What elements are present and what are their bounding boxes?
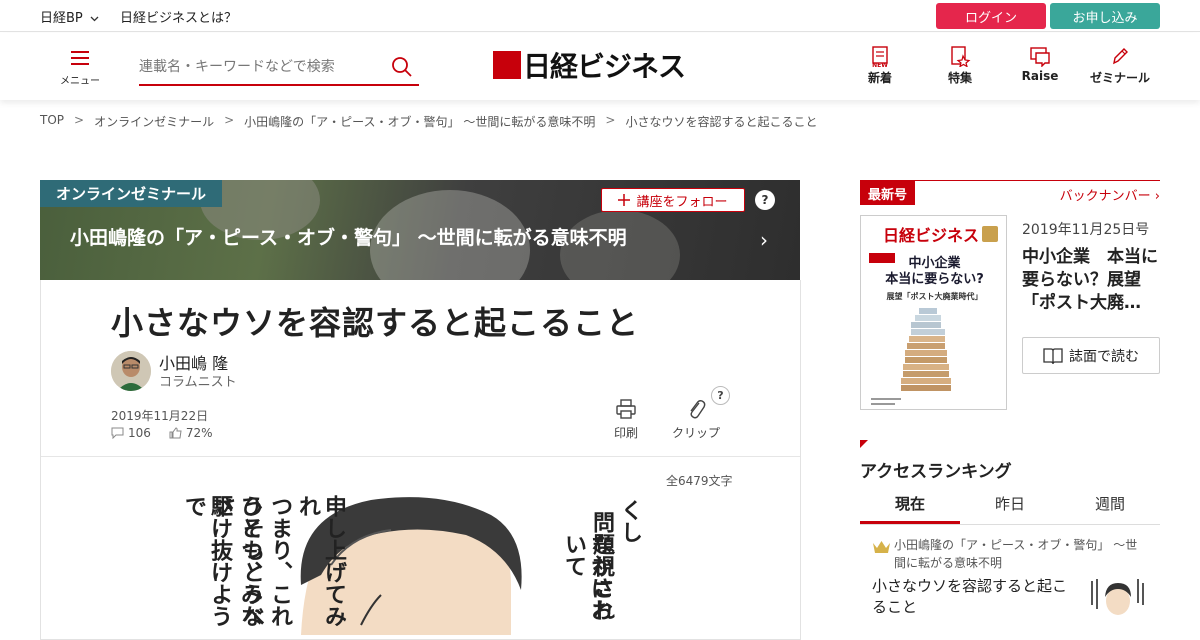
pen-icon <box>1113 48 1128 65</box>
thumbs-up-icon <box>169 427 182 439</box>
nav-feature-label: 特集 <box>947 71 972 85</box>
ranking-title: アクセスランキング <box>860 462 1012 482</box>
chevron-right-icon[interactable]: › <box>760 228 768 252</box>
feature-icon <box>951 46 971 67</box>
print-label: 印刷 <box>613 426 638 440</box>
menu-button[interactable]: メニュー <box>58 49 102 87</box>
author-role: コラムニスト <box>159 375 237 390</box>
nav-seminar-label: ゼミナール <box>1089 71 1150 85</box>
latest-issue-tag: 最新号 <box>860 181 916 205</box>
nikkei-bp-label: 日経BP <box>40 11 83 26</box>
nav-feature[interactable]: 特集 <box>925 45 995 89</box>
issue-title[interactable]: 中小企業 本当に要らない？展望「ポスト大廃… <box>1022 246 1160 315</box>
series-banner[interactable]: オンラインゼミナール 小田嶋隆の「ア・ピース・オブ・警句」 ～世間に転がる意味不… <box>40 180 800 280</box>
follow-button[interactable]: 講座をフォロー <box>601 188 745 212</box>
breadcrumb-current: 小さなウソを容認すると起こること <box>625 115 818 129</box>
latest-issue-header: 最新号 バックナンバー › <box>860 180 1160 205</box>
speech-column: うそもとうべ <box>239 495 265 627</box>
cover-headline: 中小企業 本当に要らない? <box>885 256 984 287</box>
nav-new-label: 新着 <box>867 71 892 85</box>
back-numbers-link[interactable]: バックナンバー › <box>1060 185 1160 204</box>
article-title: 小さなウソを容認すると起こること <box>111 304 640 342</box>
like-rate[interactable]: 72% <box>186 426 213 440</box>
breadcrumb-separator: > <box>605 113 616 127</box>
magazine-cover[interactable]: 日経ビジネス 中小企業 本当に要らない? 展望「ポスト大廃業時代」 <box>860 215 1007 410</box>
nav-seminar[interactable]: ゼミナール <box>1085 45 1155 89</box>
breadcrumb-top[interactable]: TOP <box>40 113 64 130</box>
article-illustration: 駆け抜けようで ひとつ、みなさ うそもとうべ つまり、これ 申し上げてみれ なか… <box>181 495 641 635</box>
nav-raise-label: Raise <box>1021 69 1059 83</box>
tab-yesterday[interactable]: 昨日 <box>960 488 1060 524</box>
speech-column: 申し上げてみれ <box>295 495 347 627</box>
menu-icon-bar <box>71 57 89 59</box>
utility-bar: 日経BP 日経ビジネスとは？ ログイン お申し込み <box>0 0 1200 32</box>
site-header: メニュー 日経ビジネス NEW 新着 特集 Raise ゼミナール <box>0 33 1200 100</box>
article-card: 小さなウソを容認すると起こること 小田嶋 隆 コラムニスト 2019年11月22… <box>40 280 801 640</box>
comment-icon <box>111 427 124 439</box>
author-photo <box>111 351 151 391</box>
cover-logo: 日経ビジネス <box>883 226 980 245</box>
book-icon <box>1043 347 1063 364</box>
about-link[interactable]: 日経ビジネスとは？ <box>120 7 237 26</box>
plus-icon <box>618 194 631 206</box>
print-icon <box>616 399 636 419</box>
ranking-item-thumbnail[interactable] <box>1088 575 1148 617</box>
menu-icon-bar <box>71 63 89 65</box>
tab-weekly[interactable]: 週間 <box>1060 488 1160 524</box>
login-button[interactable]: ログイン <box>936 3 1046 29</box>
publish-date: 2019年11月22日 <box>111 409 209 423</box>
ranking-item-headline[interactable]: 小さなウソを容認すると起こること <box>872 576 1072 618</box>
ranking-marker <box>860 440 868 448</box>
nav-new[interactable]: NEW 新着 <box>845 45 915 89</box>
breadcrumb-separator: > <box>74 113 85 127</box>
clip-button[interactable]: クリップ <box>671 398 721 441</box>
clip-label: クリップ <box>671 426 720 440</box>
tab-current[interactable]: 現在 <box>860 488 960 524</box>
author-avatar[interactable] <box>111 351 151 391</box>
breadcrumb-separator: > <box>224 113 235 127</box>
ranking-tabs: 現在 昨日 週間 <box>860 488 1160 525</box>
caricature-thumbnail <box>1088 575 1148 617</box>
search-input[interactable] <box>139 53 379 81</box>
breadcrumb-seminar[interactable]: オンラインゼミナール <box>94 113 214 130</box>
follow-label: 講座をフォロー <box>636 194 728 210</box>
anniversary-badge <box>982 226 998 242</box>
category-tag[interactable]: オンラインゼミナール <box>40 180 223 207</box>
chat-icon <box>1030 47 1050 67</box>
speech-column: つまり、これ <box>267 495 293 627</box>
series-title[interactable]: 小田嶋隆の「ア・ピース・オブ・警句」 ～世間に転がる意味不明 <box>70 223 627 250</box>
clip-help-icon[interactable]: ? <box>711 386 730 405</box>
site-logo[interactable]: 日経ビジネス <box>493 48 686 83</box>
jenga-tower-image <box>871 308 951 405</box>
paperclip-icon <box>690 400 706 419</box>
ranking-item[interactable]: 小田嶋隆の「ア・ピース・オブ・警句」 ～世間に転がる意味不明 小さなウソを容認す… <box>860 535 1160 625</box>
article-stats: 106 72% <box>111 426 213 440</box>
comment-count[interactable]: 106 <box>128 426 151 440</box>
menu-icon <box>71 51 89 53</box>
speech-column: いわば、わたくし <box>617 499 641 543</box>
nikkei-bp-menu[interactable]: 日経BP <box>40 7 99 26</box>
chevron-down-icon <box>90 16 99 21</box>
read-issue-button[interactable]: 誌面で読む <box>1022 337 1160 374</box>
follow-help-icon[interactable]: ? <box>755 190 775 210</box>
speech-column: 問題視され <box>589 511 615 621</box>
menu-label: メニュー <box>60 76 100 87</box>
signup-button[interactable]: お申し込み <box>1050 3 1160 29</box>
nav-raise[interactable]: Raise <box>1005 45 1075 89</box>
divider <box>41 456 800 457</box>
search-box <box>139 53 419 86</box>
svg-text:NEW: NEW <box>872 62 888 67</box>
ranking-item-series: 小田嶋隆の「ア・ピース・オブ・警句」 ～世間に転がる意味不明 <box>894 538 1138 570</box>
issue-date: 2019年11月25日号 <box>1022 222 1150 238</box>
character-count: 全6479文字 <box>666 474 733 488</box>
new-icon: NEW <box>872 46 888 67</box>
logo-mark <box>493 51 521 79</box>
search-icon[interactable] <box>391 56 413 78</box>
read-issue-label: 誌面で読む <box>1069 348 1139 365</box>
crown-icon <box>873 541 890 553</box>
breadcrumb: TOP > オンラインゼミナール > 小田嶋隆の「ア・ピース・オブ・警句」 ～世… <box>40 113 817 130</box>
logo-text: 日経ビジネス <box>523 50 686 83</box>
print-button[interactable]: 印刷 <box>601 398 651 441</box>
breadcrumb-series[interactable]: 小田嶋隆の「ア・ピース・オブ・警句」 ～世間に転がる意味不明 <box>244 113 595 130</box>
